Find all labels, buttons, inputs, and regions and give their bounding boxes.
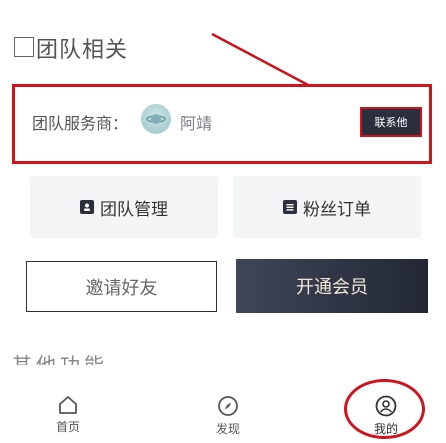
fans-orders-card[interactable]: 粉丝订单	[233, 176, 421, 238]
section-title-label: 团队相关	[36, 38, 129, 63]
orders-icon	[283, 200, 297, 214]
tab-discover[interactable]: 发现	[198, 395, 258, 443]
tab-mine-label: 我的	[373, 422, 398, 436]
invite-friends-button[interactable]: 邀请好友	[26, 261, 217, 312]
open-vip-button[interactable]: 开通会员	[236, 259, 428, 313]
team-manage-icon	[80, 200, 94, 214]
team-manage-card[interactable]: 团队管理	[30, 176, 218, 238]
compass-icon	[218, 396, 238, 416]
user-icon	[375, 395, 397, 417]
team-manage-label: 团队管理	[100, 199, 168, 220]
section-title: 团队相关	[14, 32, 128, 64]
tab-home[interactable]: 首页	[38, 395, 98, 443]
title-box-icon	[14, 37, 34, 57]
team-service-label: 团队服务商：	[32, 114, 129, 133]
home-icon	[59, 396, 77, 414]
avatar	[141, 104, 171, 134]
tab-home-label: 首页	[55, 420, 80, 434]
fans-orders-label: 粉丝订单	[303, 199, 371, 220]
tab-mine[interactable]: 我的	[356, 395, 416, 443]
staff-name: 阿靖	[180, 114, 213, 133]
other-features-heading: 其他功能	[12, 355, 108, 365]
contact-button[interactable]: 联系他	[360, 107, 422, 137]
planet-avatar-icon	[146, 114, 166, 124]
tab-discover-label: 发现	[215, 422, 240, 436]
